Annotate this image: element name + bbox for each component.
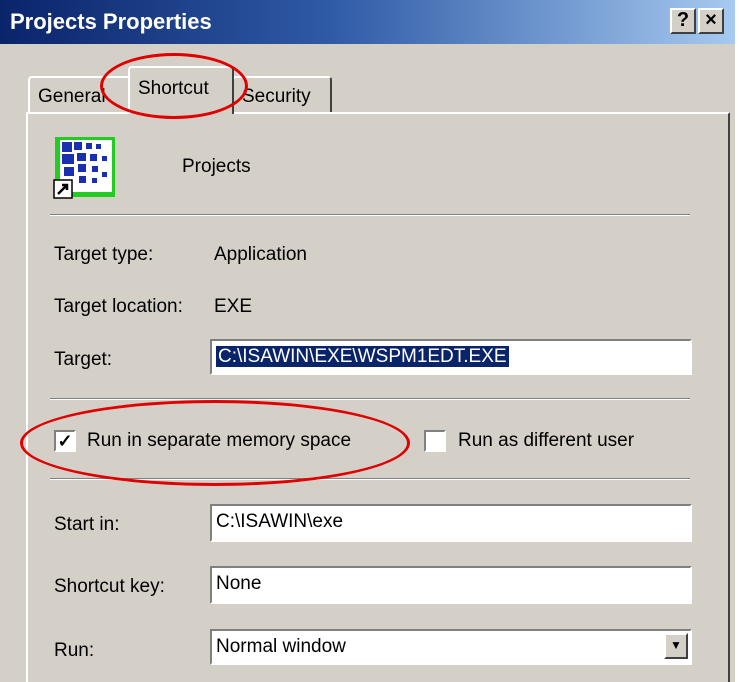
run-as-different-user-checkbox[interactable]	[424, 430, 446, 452]
properties-dialog: Projects Properties ? × General Security…	[0, 0, 735, 682]
run-select[interactable]: Normal window ▼	[210, 629, 692, 665]
shortcut-key-value: None	[216, 573, 262, 594]
tab-shortcut[interactable]: Shortcut	[128, 66, 234, 114]
target-type-label: Target type:	[54, 244, 154, 265]
target-location-label: Target location:	[54, 296, 183, 317]
shortcut-key-input[interactable]: None	[210, 566, 692, 604]
tab-security[interactable]: Security	[232, 76, 332, 112]
start-in-value: C:\ISAWIN\exe	[216, 511, 344, 532]
help-button[interactable]: ?	[670, 8, 696, 34]
close-button[interactable]: ×	[698, 8, 724, 34]
target-label: Target:	[54, 349, 113, 370]
application-shortcut-icon	[53, 137, 115, 199]
dialog-title: Projects Properties	[10, 9, 212, 34]
target-location-value: EXE	[214, 296, 253, 317]
separator	[50, 478, 690, 480]
target-input[interactable]: C:\ISAWIN\EXE\WSPM1EDT.EXE	[210, 339, 692, 375]
start-in-input[interactable]: C:\ISAWIN\exe	[210, 504, 692, 542]
run-separate-memory-label[interactable]: Run in separate memory space	[87, 430, 351, 452]
run-separate-memory-checkbox[interactable]: ✓	[54, 430, 76, 452]
shortcut-name: Projects	[182, 156, 251, 177]
shortcut-key-label: Shortcut key:	[54, 576, 165, 597]
target-type-value: Application	[214, 244, 307, 265]
run-as-different-user-label[interactable]: Run as different user	[458, 430, 634, 452]
start-in-label: Start in:	[54, 514, 120, 535]
separator	[50, 398, 690, 400]
title-bar[interactable]: Projects Properties ? ×	[0, 0, 735, 44]
run-value: Normal window	[216, 636, 346, 657]
tab-general[interactable]: General	[28, 76, 132, 112]
separator	[50, 214, 690, 216]
dropdown-arrow-icon[interactable]: ▼	[664, 633, 688, 659]
run-label: Run:	[54, 640, 95, 661]
target-value: C:\ISAWIN\EXE\WSPM1EDT.EXE	[216, 346, 509, 367]
